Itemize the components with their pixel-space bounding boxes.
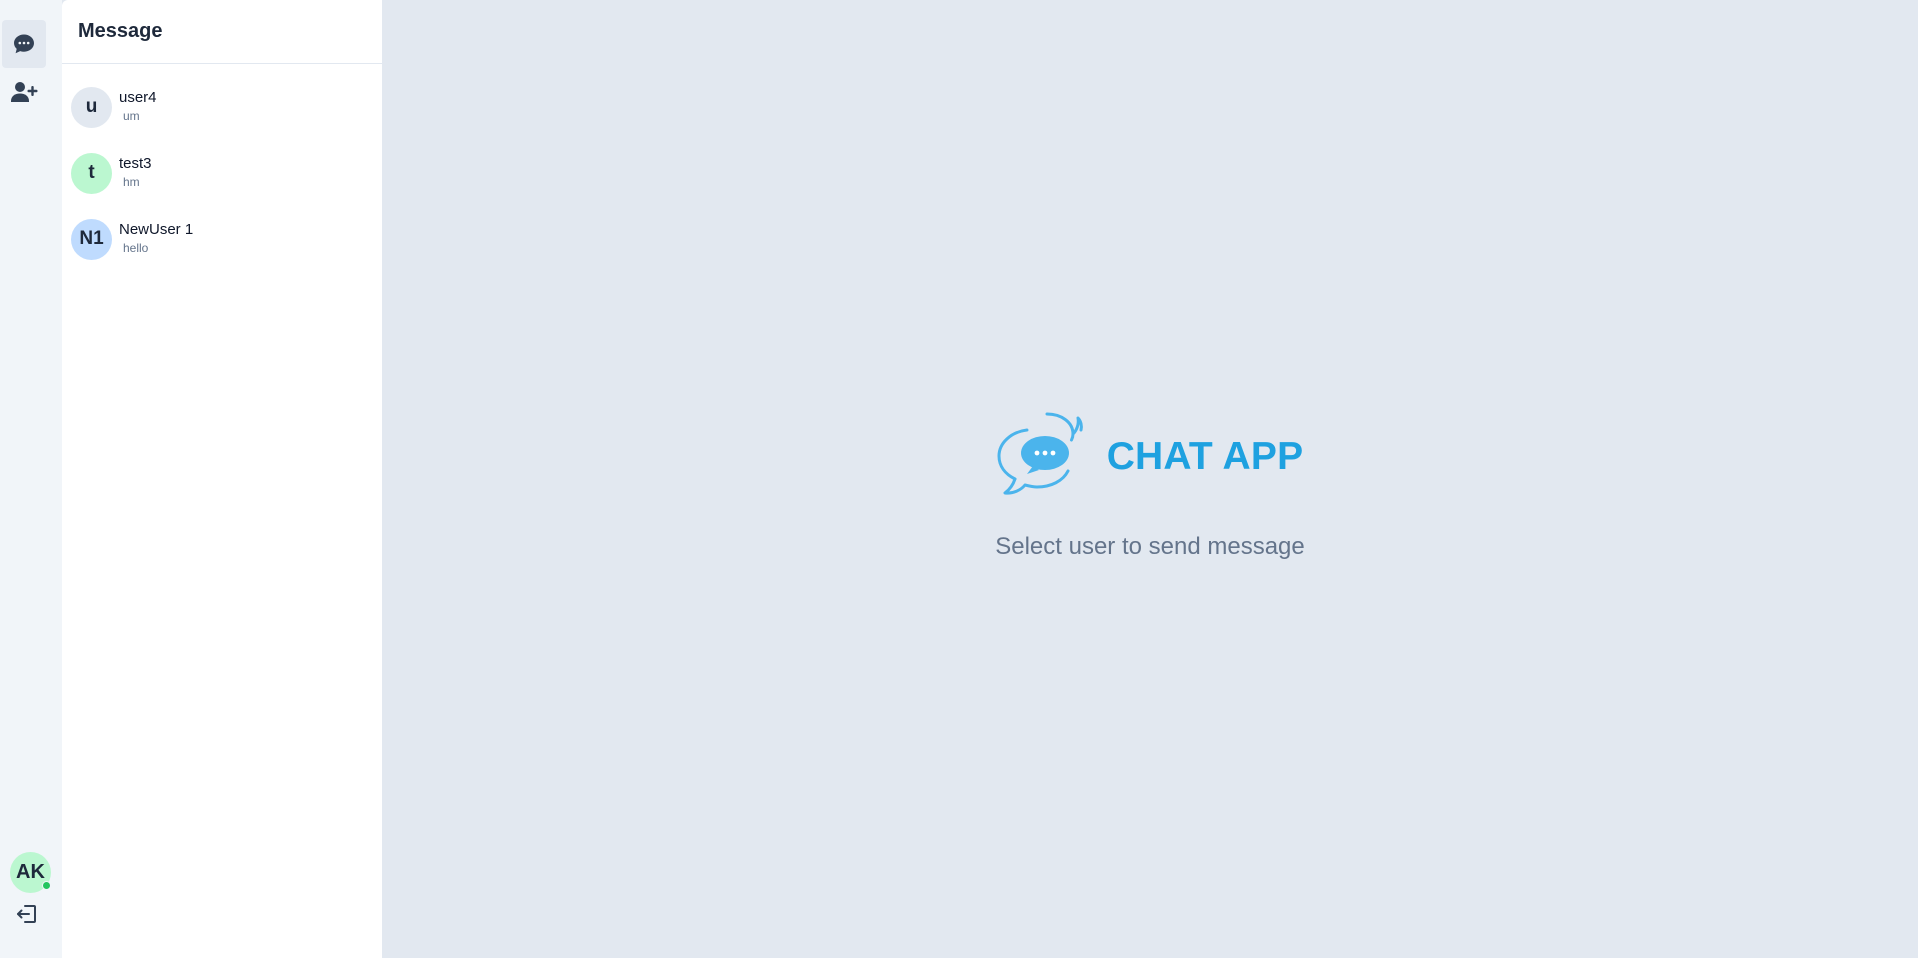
current-user-initials: AK bbox=[16, 861, 45, 883]
avatar-initials: u bbox=[85, 96, 98, 117]
conversation-text: user4 um bbox=[119, 88, 157, 124]
avatar-initials: t bbox=[88, 162, 95, 183]
avatar: u bbox=[71, 86, 112, 128]
conversation-item[interactable]: N1 NewUser 1 hello bbox=[62, 206, 382, 272]
conversation-text: NewUser 1 hello bbox=[119, 220, 193, 256]
brand-name: CHAT APP bbox=[1106, 434, 1304, 478]
conversation-last-message: hello bbox=[123, 241, 149, 255]
conversation-name: test3 bbox=[119, 155, 152, 172]
chat-bubble-icon bbox=[12, 32, 36, 56]
current-user-avatar[interactable]: AK bbox=[10, 852, 51, 893]
avatar: t bbox=[71, 152, 112, 194]
conversation-item[interactable]: u user4 um bbox=[62, 74, 382, 140]
online-status-dot bbox=[42, 881, 51, 890]
conversation-list: u user4 um t test3 hm N1 NewUser 1 hello bbox=[62, 64, 382, 272]
empty-state-hint: Select user to send message bbox=[995, 533, 1305, 560]
chat-main-area: CHAT APP Select user to send message bbox=[382, 0, 1918, 958]
conversation-text: test3 hm bbox=[119, 154, 152, 190]
logout-icon bbox=[16, 903, 38, 930]
avatar: N1 bbox=[71, 218, 112, 260]
chat-app-logo-icon bbox=[997, 408, 1097, 505]
conversation-item[interactable]: t test3 hm bbox=[62, 140, 382, 206]
brand-logo: CHAT APP bbox=[997, 408, 1304, 505]
panel-title: Message bbox=[78, 20, 163, 42]
conversation-last-message: um bbox=[123, 109, 140, 123]
conversation-last-message: hm bbox=[123, 175, 140, 189]
logout-button[interactable] bbox=[10, 900, 44, 932]
add-user-icon bbox=[10, 80, 38, 104]
conversation-name: user4 bbox=[119, 89, 157, 106]
conversation-panel: Message u user4 um t test3 hm N1 NewUser… bbox=[62, 0, 382, 958]
add-user-button[interactable] bbox=[2, 68, 46, 116]
avatar-initials: N1 bbox=[79, 228, 104, 249]
panel-header: Message bbox=[62, 0, 382, 64]
conversation-name: NewUser 1 bbox=[119, 221, 194, 238]
icon-rail: AK bbox=[0, 0, 62, 958]
chats-button[interactable] bbox=[2, 20, 46, 68]
empty-state: CHAT APP Select user to send message bbox=[382, 408, 1918, 561]
